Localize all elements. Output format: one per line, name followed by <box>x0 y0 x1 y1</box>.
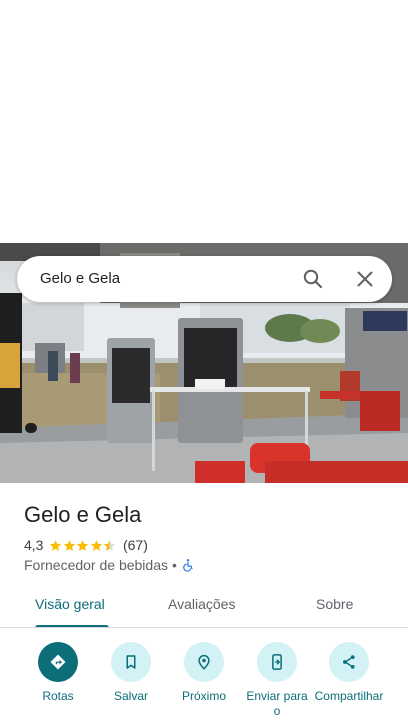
send-to-phone-label: Enviar para o <box>246 689 308 718</box>
share-label: Compartilhar <box>314 689 384 703</box>
bookmark-icon <box>126 655 136 669</box>
directions-icon <box>50 654 66 670</box>
star-full-icon <box>63 539 76 551</box>
star-full-icon <box>50 539 62 551</box>
place-title: Gelo e Gela <box>24 502 142 527</box>
star-full-icon <box>90 539 103 551</box>
directions-label: Rotas <box>42 689 74 703</box>
tab-about[interactable]: Sobre <box>316 596 353 612</box>
category-row: Fornecedor de bebidas • <box>24 557 195 573</box>
wheelchair-icon <box>183 559 193 572</box>
send-to-phone-button[interactable]: Enviar para o <box>242 642 312 719</box>
send-to-phone-circle[interactable] <box>257 642 297 682</box>
nearby-label: Próximo <box>181 689 226 703</box>
action-bar: Rotas Salvar Próximo Enviar para o Compa… <box>0 642 408 726</box>
share-icon <box>343 655 355 669</box>
save-button[interactable]: Salvar <box>96 642 166 704</box>
rating-row[interactable]: 4,3 (67) <box>24 536 148 554</box>
share-button[interactable]: Compartilhar <box>314 642 384 704</box>
tab-divider <box>0 627 408 628</box>
search-bar[interactable]: Gelo e Gela <box>17 256 392 302</box>
save-circle[interactable] <box>111 642 151 682</box>
star-full-icon <box>77 539 89 551</box>
close-icon[interactable] <box>353 267 377 291</box>
search-icon[interactable] <box>301 267 325 291</box>
search-input[interactable]: Gelo e Gela <box>40 270 120 287</box>
separator-dot: • <box>172 557 177 573</box>
blank-map-area <box>0 0 408 243</box>
tab-bar: Visão geral Avaliações Sobre <box>0 584 408 628</box>
nearby-icon <box>198 654 210 670</box>
send-to-phone-icon <box>272 654 282 670</box>
star-half-icon <box>104 539 116 551</box>
nearby-button[interactable]: Próximo <box>169 642 239 704</box>
save-label: Salvar <box>113 689 148 703</box>
review-count[interactable]: (67) <box>123 537 148 553</box>
rating-value: 4,3 <box>24 537 44 553</box>
place-category: Fornecedor de bebidas <box>24 557 168 573</box>
share-circle[interactable] <box>329 642 369 682</box>
nearby-circle[interactable] <box>184 642 224 682</box>
tab-overview[interactable]: Visão geral <box>35 596 105 612</box>
directions-button[interactable]: Rotas <box>23 642 93 704</box>
tab-reviews[interactable]: Avaliações <box>168 596 235 612</box>
rating-stars <box>49 539 117 552</box>
directions-circle[interactable] <box>38 642 78 682</box>
